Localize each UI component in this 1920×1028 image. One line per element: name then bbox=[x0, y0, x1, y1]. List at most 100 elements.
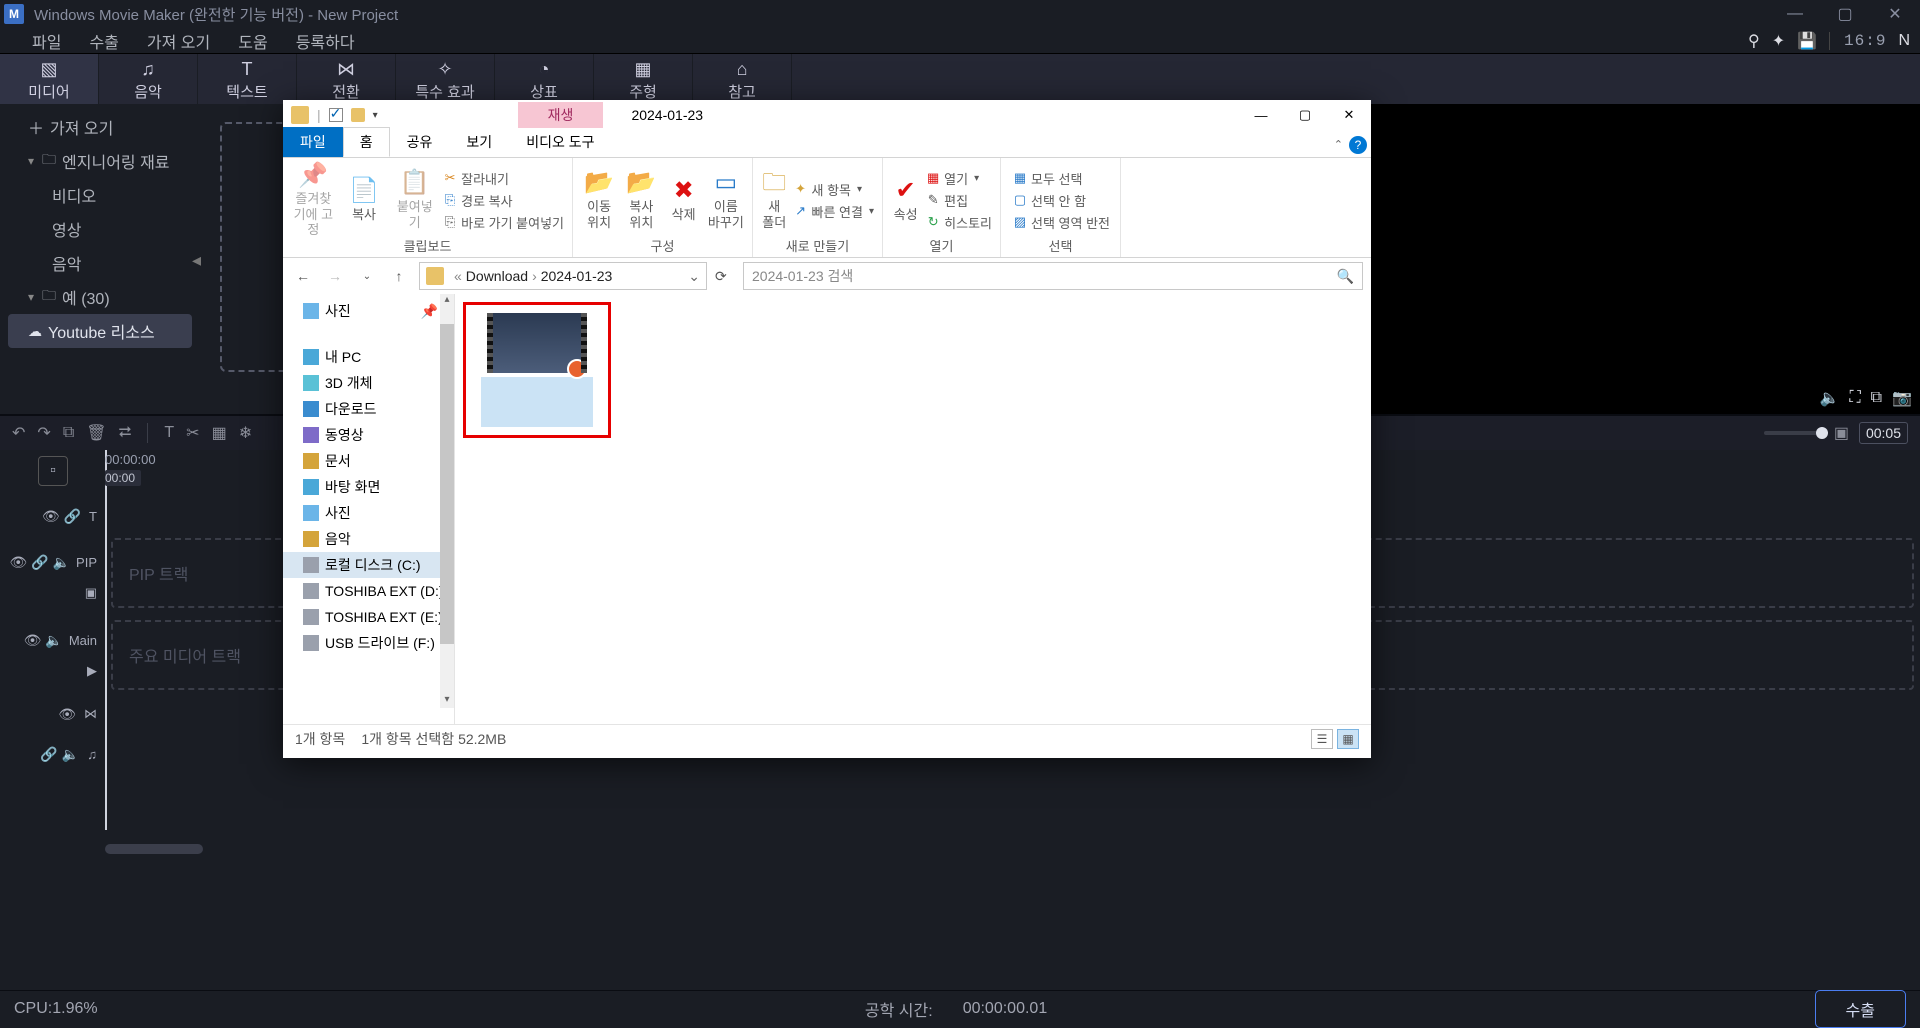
ribbon-paste-shortcut[interactable]: ⎘바로 가기 붙여넣기 bbox=[443, 213, 564, 232]
address-dropdown-icon[interactable]: ⌄ bbox=[688, 268, 700, 285]
aspect-ratio[interactable]: 16:9 bbox=[1829, 32, 1886, 50]
ribbon-new-item[interactable]: ✦새 항목▾ bbox=[794, 180, 874, 199]
cut-tool-icon[interactable]: ✂ bbox=[186, 423, 199, 443]
ribbon-props-button[interactable]: ✔속성 bbox=[891, 162, 920, 238]
tab-effects[interactable]: ✧특수 효과 bbox=[396, 54, 495, 104]
speaker-icon[interactable]: 🔈 bbox=[53, 554, 70, 571]
file-item-video[interactable] bbox=[463, 302, 611, 438]
volume-icon[interactable]: 🔈 bbox=[1820, 388, 1840, 408]
menu-export[interactable]: 수출 bbox=[75, 29, 132, 53]
save-icon[interactable]: 💾 bbox=[1797, 31, 1817, 51]
ribbon-edit[interactable]: ✎편집 bbox=[926, 191, 992, 210]
qat-dropdown-icon[interactable]: ▾ bbox=[373, 110, 378, 121]
menu-file[interactable]: 파일 bbox=[18, 29, 75, 53]
search-input[interactable]: 2024-01-23 검색 🔍 bbox=[743, 262, 1363, 290]
address-input[interactable]: « Download › 2024-01-23 ⌄ bbox=[419, 262, 707, 290]
refresh-button[interactable]: ⟳ bbox=[715, 268, 735, 285]
tab-reference[interactable]: ⌂참고 bbox=[693, 54, 792, 104]
explorer-close-button[interactable]: ✕ bbox=[1327, 100, 1371, 130]
ribbon-select-all[interactable]: ▦모두 선택 bbox=[1013, 169, 1110, 188]
nav-music[interactable]: 음악 bbox=[283, 526, 454, 552]
explorer-minimize-button[interactable]: — bbox=[1239, 100, 1283, 130]
ribbon-rename-button[interactable]: ▭이름 바꾸기 bbox=[708, 162, 744, 238]
contextual-tab-play[interactable]: 재생 bbox=[518, 102, 604, 128]
eye-icon[interactable]: 👁 bbox=[9, 554, 27, 571]
ribbon-quick-link[interactable]: ↗빠른 연결▾ bbox=[794, 202, 874, 221]
ribbon-cut[interactable]: ✂잘라내기 bbox=[443, 169, 564, 188]
wand-icon[interactable]: ✦ bbox=[1772, 31, 1785, 51]
tab-text[interactable]: T텍스트 bbox=[198, 54, 297, 104]
menu-register[interactable]: 등록하다 bbox=[282, 29, 369, 53]
minimize-button[interactable]: — bbox=[1770, 0, 1820, 28]
ribbon-select-none[interactable]: ▢선택 안 함 bbox=[1013, 191, 1110, 210]
ribbon-move-button[interactable]: 📂이동 위치 bbox=[581, 162, 617, 238]
ribbon-copyto-button[interactable]: 📂복사 위치 bbox=[623, 162, 659, 238]
sidebar-image[interactable]: 영상 bbox=[8, 212, 192, 246]
media-drop-zone[interactable] bbox=[220, 122, 290, 372]
split-icon[interactable]: ⮂ bbox=[119, 424, 132, 442]
explorer-maximize-button[interactable]: ▢ bbox=[1283, 100, 1327, 130]
link-icon[interactable]: 🔗 bbox=[31, 554, 48, 571]
fit-icon[interactable]: ▣ bbox=[1834, 423, 1849, 443]
n-badge[interactable]: N bbox=[1898, 32, 1910, 50]
view-details-button[interactable]: ☰ bbox=[1311, 729, 1333, 749]
speaker-icon[interactable]: 🔈 bbox=[45, 632, 62, 649]
text-tool-icon[interactable]: T bbox=[164, 424, 174, 442]
ribbon-select-invert[interactable]: ▨선택 영역 반전 bbox=[1013, 213, 1110, 232]
ribbon-history[interactable]: ↻히스토리 bbox=[926, 213, 992, 232]
undo-icon[interactable]: ↶ bbox=[12, 423, 25, 443]
ribbon-newfolder-button[interactable]: 🗀새 폴더 bbox=[761, 162, 788, 238]
ribbon-tab-home[interactable]: 홈 bbox=[343, 127, 390, 157]
ribbon-tab-share[interactable]: 공유 bbox=[390, 127, 450, 157]
nav-toshiba-e[interactable]: TOSHIBA EXT (E:) bbox=[283, 604, 454, 630]
nav-usb-f[interactable]: USB 드라이브 (F:) bbox=[283, 630, 454, 656]
nav-local-c[interactable]: 로컬 디스크 (C:) bbox=[283, 552, 454, 578]
pin-icon[interactable]: ⚲ bbox=[1748, 31, 1760, 51]
grid-icon[interactable]: ▦ bbox=[212, 423, 227, 443]
tab-media[interactable]: ▧미디어 bbox=[0, 54, 99, 104]
nav-scrollbar[interactable]: ▴▾ bbox=[440, 294, 454, 708]
snow-icon[interactable]: ❄ bbox=[239, 423, 252, 443]
ribbon-copy-button[interactable]: 📄복사 bbox=[342, 162, 387, 238]
tab-symbol[interactable]: ◔상표 bbox=[495, 54, 594, 104]
ribbon-paste-button[interactable]: 📋붙여넣기 bbox=[392, 162, 437, 238]
collapse-handle[interactable]: ◂ bbox=[192, 250, 201, 271]
ribbon-tab-video[interactable]: 비디오 도구 bbox=[509, 127, 611, 157]
ribbon-collapse-icon[interactable]: ⌃ bbox=[1334, 138, 1343, 151]
eye-icon[interactable]: 👁 bbox=[58, 706, 76, 723]
tab-annotation[interactable]: ▦주형 bbox=[594, 54, 693, 104]
link-icon[interactable]: 🔗 bbox=[40, 746, 57, 763]
ribbon-pin-button[interactable]: 📌즐겨찾기에 고정 bbox=[291, 162, 336, 238]
sidebar-audio[interactable]: 음악 bbox=[8, 246, 192, 280]
view-thumbnails-button[interactable]: ▦ bbox=[1337, 729, 1359, 749]
redo-icon[interactable]: ↷ bbox=[37, 423, 50, 443]
sidebar-import[interactable]: ＋가져 오기 bbox=[8, 110, 192, 144]
speaker-icon[interactable]: 🔈 bbox=[62, 746, 79, 763]
sidebar-engineering[interactable]: ▾🗀엔지니어링 재료 bbox=[8, 144, 192, 178]
menu-import[interactable]: 가져 오기 bbox=[133, 29, 224, 53]
nav-up-button[interactable]: ↑ bbox=[387, 264, 411, 288]
nav-recent-button[interactable]: ⌄ bbox=[355, 264, 379, 288]
timeline-scrollbar[interactable] bbox=[105, 844, 203, 854]
help-icon[interactable]: ? bbox=[1349, 136, 1367, 154]
ribbon-tab-file[interactable]: 파일 bbox=[283, 127, 343, 157]
playhead[interactable] bbox=[105, 450, 107, 830]
export-button[interactable]: 수출 bbox=[1815, 990, 1906, 1028]
nav-back-button[interactable]: ← bbox=[291, 264, 315, 288]
eye-icon[interactable]: 👁 bbox=[42, 508, 60, 525]
nav-toshiba-d[interactable]: TOSHIBA EXT (D:) bbox=[283, 578, 454, 604]
nav-pictures[interactable]: 사진 bbox=[283, 500, 454, 526]
link-icon[interactable]: 🔗 bbox=[64, 508, 81, 525]
qat-check-icon[interactable] bbox=[329, 108, 343, 122]
sidebar-youtube[interactable]: ☁Youtube 리소스 bbox=[8, 314, 192, 348]
anchor-button[interactable]: ▫ bbox=[38, 456, 68, 486]
ribbon-delete-button[interactable]: ✖삭제 bbox=[666, 162, 702, 238]
sidebar-samples[interactable]: ▾🗀예 (30) bbox=[8, 280, 192, 314]
menu-help[interactable]: 도움 bbox=[224, 29, 281, 53]
nav-forward-button[interactable]: → bbox=[323, 264, 347, 288]
folder-small-icon[interactable] bbox=[351, 108, 365, 122]
nav-3d[interactable]: 3D 개체 bbox=[283, 370, 454, 396]
nav-desktop[interactable]: 바탕 화면 bbox=[283, 474, 454, 500]
nav-downloads[interactable]: 다운로드 bbox=[283, 396, 454, 422]
eye-icon[interactable]: 👁 bbox=[24, 632, 42, 649]
